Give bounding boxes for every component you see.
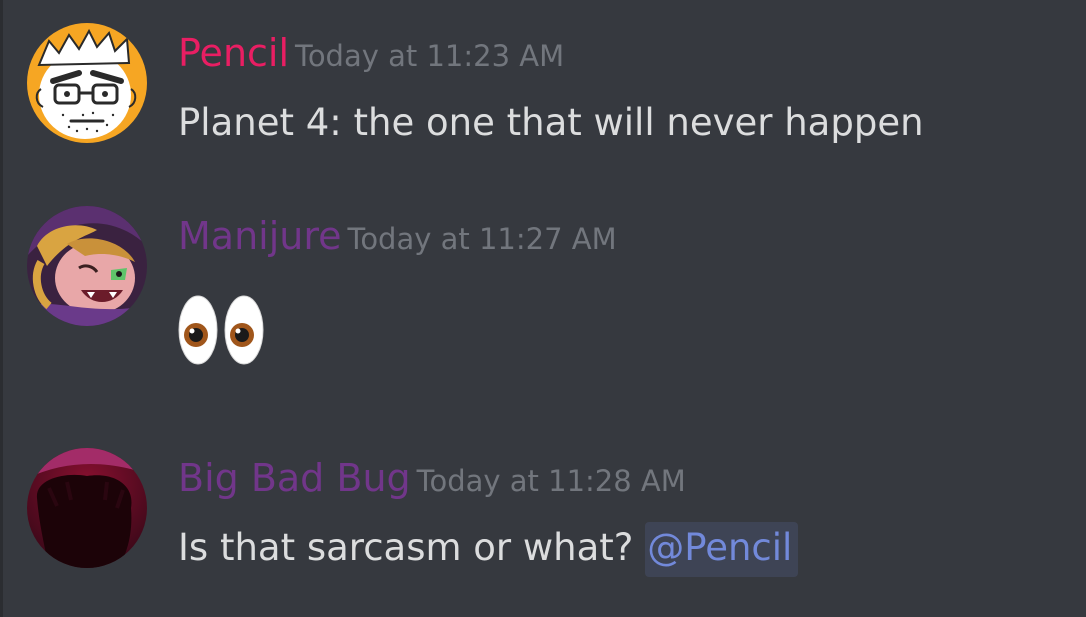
username[interactable]: Pencil xyxy=(178,31,289,75)
channel-left-border xyxy=(0,0,3,617)
pencil-avatar-icon xyxy=(27,23,147,143)
message-header: Manijure Today at 11:27 AM xyxy=(178,213,617,262)
message-text: Is that sarcasm or what? xyxy=(178,526,634,569)
username[interactable]: Manijure xyxy=(178,214,342,258)
message-text-container: Is that sarcasm or what? @Pencil xyxy=(178,522,799,577)
eyes-emoji[interactable] xyxy=(178,295,264,365)
avatar-pencil[interactable] xyxy=(27,23,147,143)
message-emoji xyxy=(178,295,264,365)
username[interactable]: Big Bad Bug xyxy=(178,456,411,500)
timestamp: Today at 11:27 AM xyxy=(347,222,617,256)
message-header: Pencil Today at 11:23 AM xyxy=(178,30,564,79)
message-text: Planet 4: the one that will never happen xyxy=(178,101,924,144)
avatar-manijure[interactable] xyxy=(27,206,147,326)
timestamp: Today at 11:28 AM xyxy=(416,464,686,498)
message-header: Big Bad Bug Today at 11:28 AM xyxy=(178,455,686,504)
big-bad-bug-avatar-icon xyxy=(27,448,147,568)
eye-icon xyxy=(224,295,264,365)
user-mention[interactable]: @Pencil xyxy=(645,522,799,577)
manijure-avatar-icon xyxy=(27,206,147,326)
eye-icon xyxy=(178,295,218,365)
timestamp: Today at 11:23 AM xyxy=(295,39,565,73)
avatar-big-bad-bug[interactable] xyxy=(27,448,147,568)
